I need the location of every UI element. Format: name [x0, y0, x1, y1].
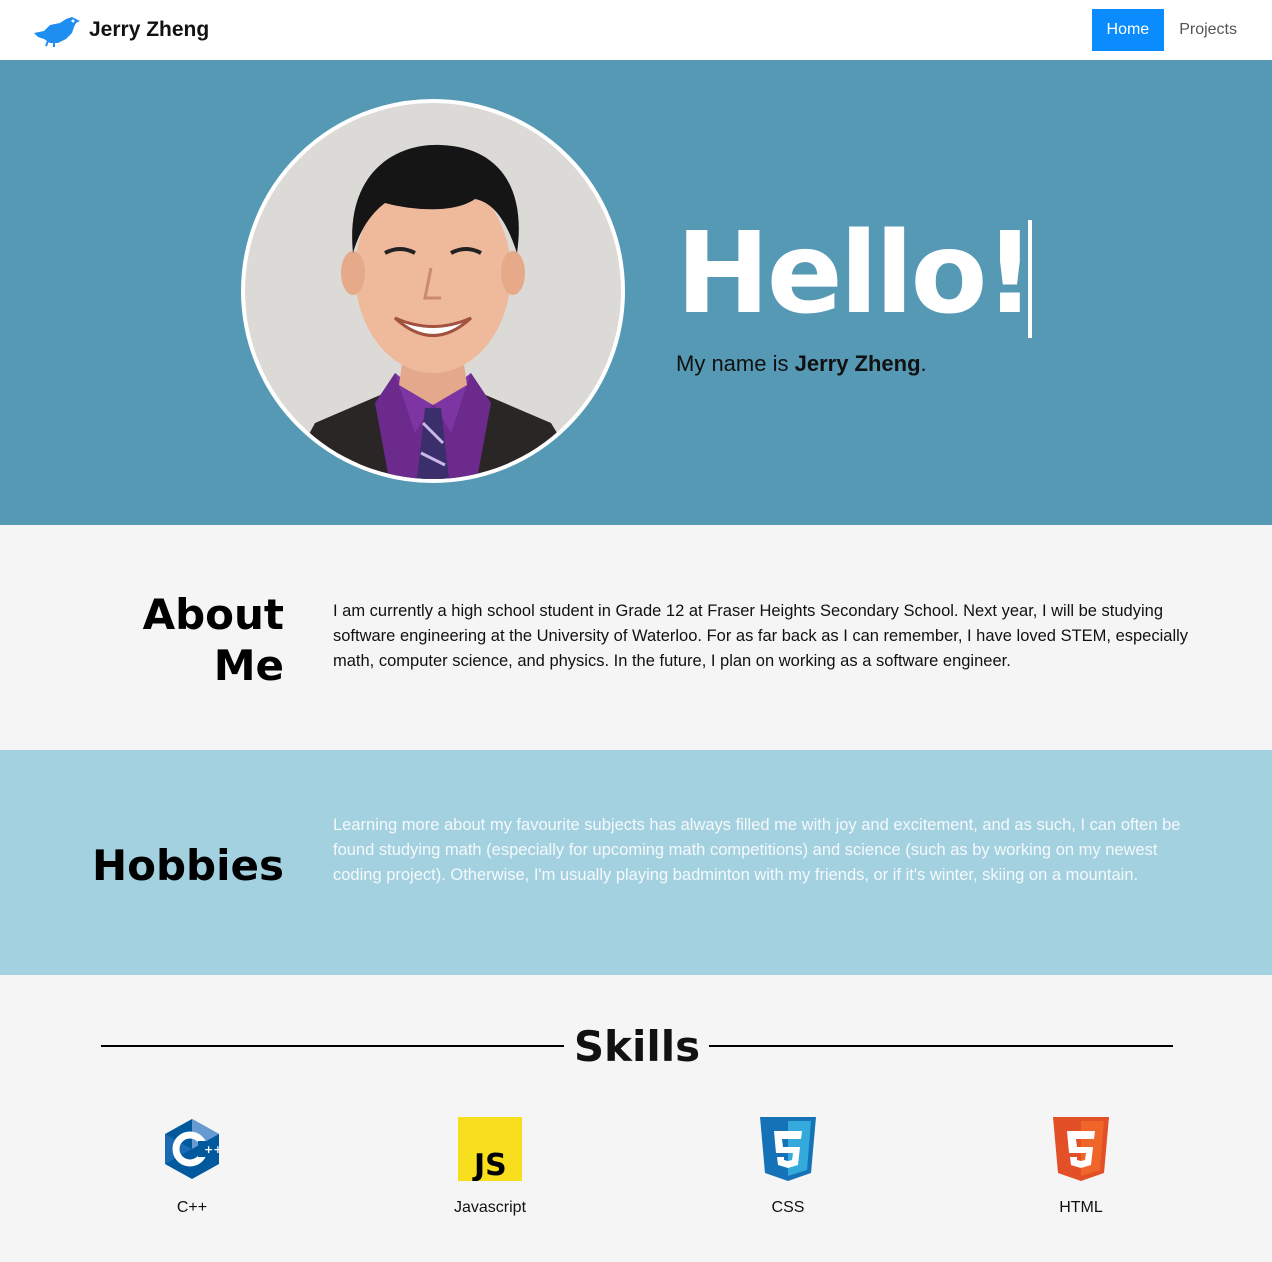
hero-greeting: Hello! — [676, 209, 1035, 339]
skill-label: CSS — [771, 1199, 805, 1216]
cpp-icon: ++ — [165, 1119, 222, 1179]
skill-html: HTML — [1001, 1117, 1161, 1217]
bird-icon — [34, 17, 80, 47]
hero-section: Hello! My name is Jerry Zheng. — [0, 60, 1272, 525]
intro-suffix: . — [920, 351, 927, 376]
svg-text:JS: JS — [472, 1148, 507, 1181]
hero-intro: My name is Jerry Zheng. — [676, 351, 927, 377]
hobbies-text: Learning more about my favourite subject… — [333, 816, 1181, 884]
css3-icon — [760, 1117, 816, 1181]
javascript-icon: JS — [458, 1117, 522, 1181]
skills-divider-right — [709, 1045, 1173, 1047]
about-section: About Me I am currently a high school st… — [0, 525, 1272, 750]
nav-link-home[interactable]: Home — [1091, 9, 1165, 51]
skills-divider-left — [101, 1045, 564, 1047]
intro-name: Jerry Zheng — [794, 351, 921, 376]
skill-label: Javascript — [453, 1199, 527, 1216]
skill-css: CSS — [708, 1117, 868, 1217]
about-title-line2: Me — [213, 641, 284, 690]
html5-icon — [1053, 1117, 1109, 1181]
brand-link[interactable]: Jerry Zheng — [32, 13, 209, 47]
about-title: About Me — [100, 589, 284, 691]
hobbies-title: Hobbies — [91, 841, 284, 890]
skill-label: C++ — [176, 1199, 208, 1216]
nav-links: Home Projects — [1091, 9, 1252, 51]
brand-name: Jerry Zheng — [89, 18, 210, 41]
svg-text:++: ++ — [204, 1143, 222, 1156]
typing-cursor — [1028, 220, 1032, 338]
profile-photo — [241, 99, 625, 483]
skills-section: Skills ++ C++ JS Javascript CSS HTML — [0, 975, 1272, 1262]
intro-prefix: My name is — [676, 351, 795, 376]
skill-javascript: JS Javascript — [410, 1117, 570, 1217]
skills-title: Skills — [573, 1022, 701, 1071]
portrait-illustration — [245, 103, 621, 479]
skill-cpp: ++ C++ — [112, 1117, 272, 1217]
about-title-line1: About — [142, 590, 284, 639]
hobbies-section: Hobbies Learning more about my favourite… — [0, 750, 1272, 975]
about-text: I am currently a high school student in … — [333, 602, 1189, 670]
navbar: Jerry Zheng Home Projects — [0, 0, 1272, 60]
nav-link-projects[interactable]: Projects — [1164, 9, 1252, 51]
skill-label: HTML — [1059, 1199, 1103, 1216]
